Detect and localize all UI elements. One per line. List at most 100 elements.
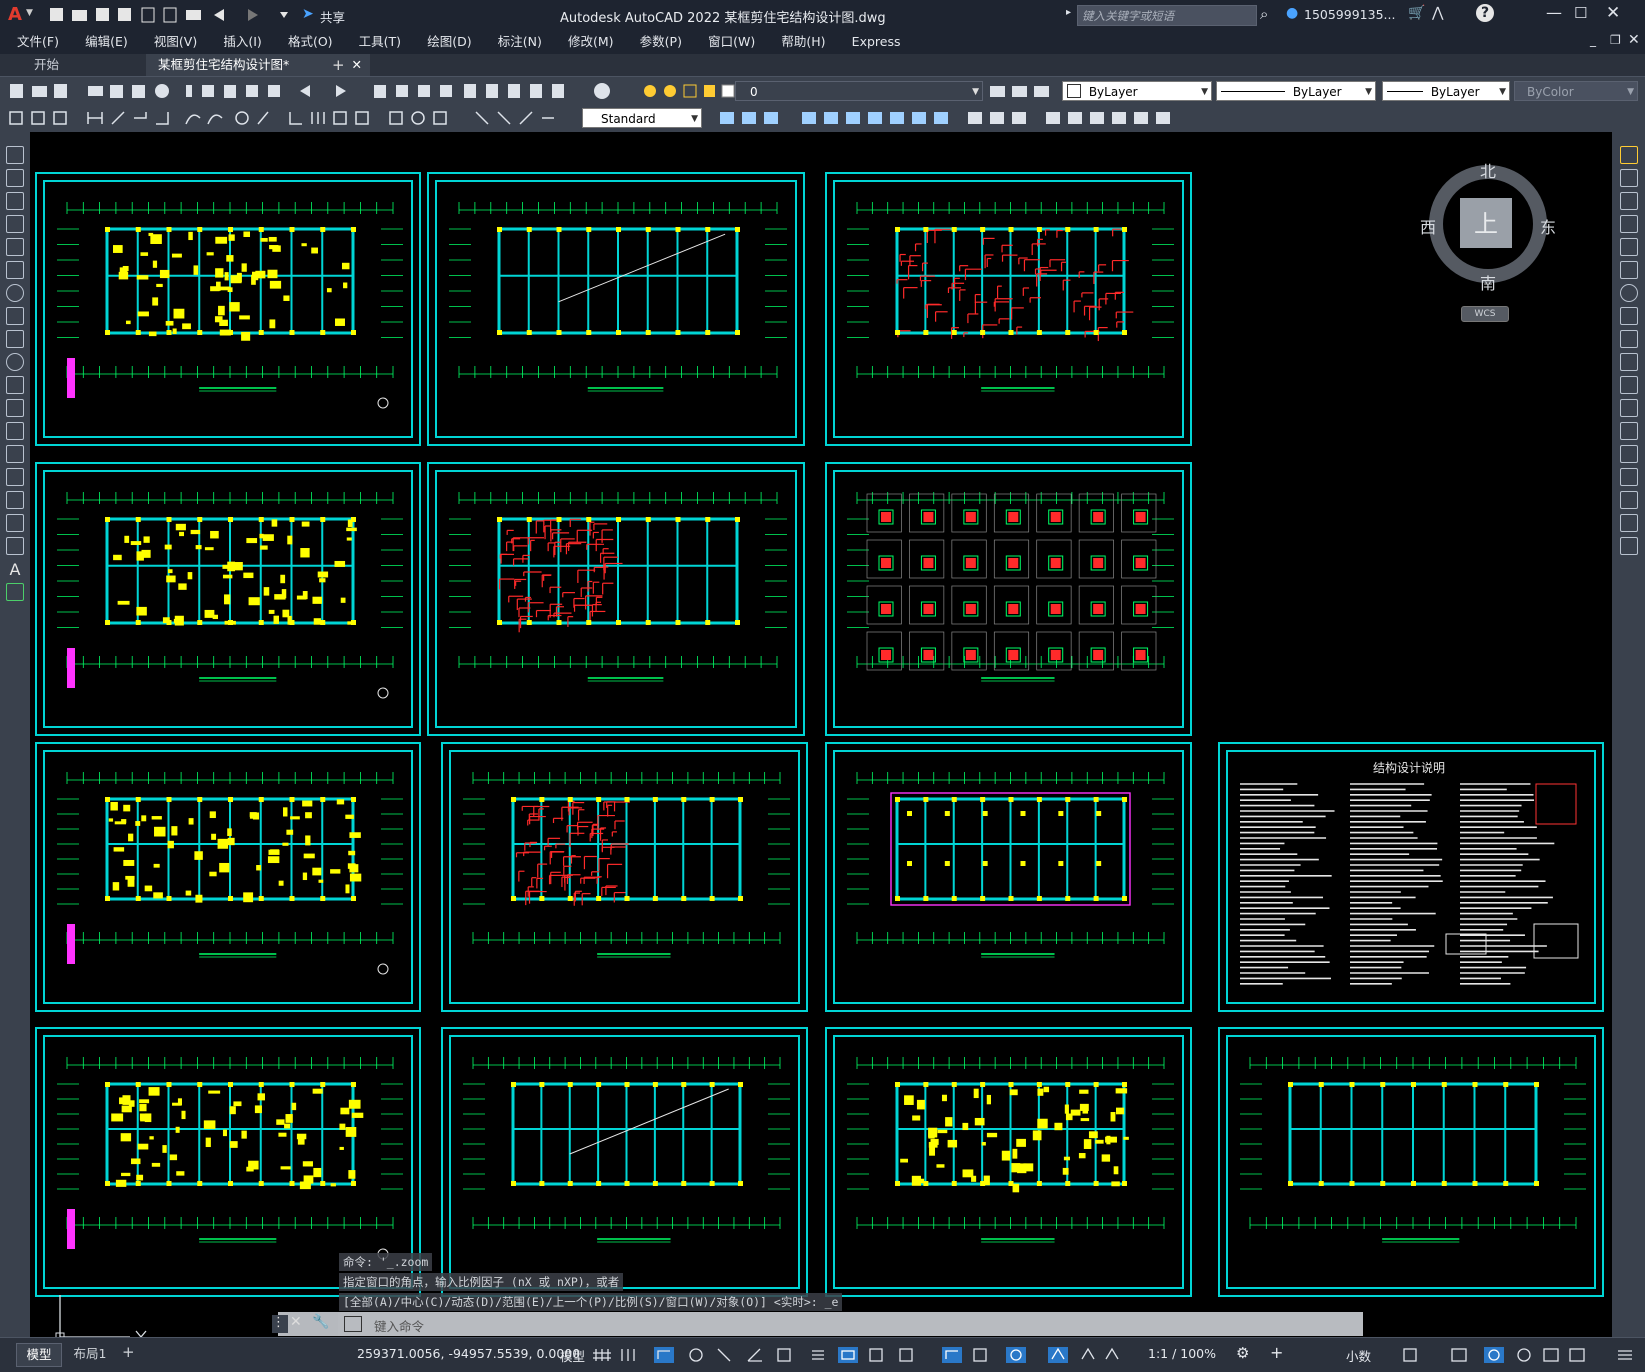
help-icon[interactable]: ? (1476, 4, 1494, 22)
menu-view[interactable]: 视图(V) (154, 30, 197, 54)
lineweight-combo[interactable]: ByLayer ▼ (1382, 81, 1510, 101)
menu-modify[interactable]: 修改(M) (568, 30, 614, 54)
plus-icon[interactable]: + (1270, 1343, 1283, 1362)
gear-icon[interactable]: ⚙ (1236, 1344, 1249, 1362)
make-block-icon[interactable] (6, 422, 24, 440)
dimension-toolbar-icons[interactable] (6, 108, 576, 128)
stretch-icon[interactable] (1619, 330, 1638, 348)
autodesk-a360-icon[interactable]: ⋀ (1432, 5, 1443, 21)
coordinates-readout[interactable]: 259371.0056, -94957.5539, 0.0000 (357, 1346, 580, 1361)
modify-toolbar-icons[interactable] (706, 108, 1216, 128)
offset-icon[interactable] (1619, 215, 1638, 233)
color-combo[interactable]: ByLayer ▼ (1062, 81, 1212, 101)
plotstyle-combo[interactable]: ByColor ▼ (1514, 81, 1638, 101)
menu-tools[interactable]: 工具(T) (359, 30, 401, 54)
command-line[interactable]: ⋮ ✕ 🔧 键入命令 (272, 1312, 1363, 1336)
new-layout-button[interactable]: + (122, 1343, 135, 1361)
viewcube-top-face[interactable]: 上 (1474, 204, 1498, 239)
viewcube-east[interactable]: 东 (1540, 214, 1556, 238)
viewcube-north[interactable]: 北 (1480, 158, 1496, 182)
menu-express[interactable]: Express (852, 30, 901, 54)
trim-icon[interactable] (1619, 353, 1638, 371)
menu-window[interactable]: 窗口(W) (708, 30, 755, 54)
region-icon[interactable] (6, 514, 24, 532)
erase-icon[interactable] (1619, 146, 1638, 164)
polyline-icon[interactable] (6, 192, 24, 210)
close-icon[interactable]: ✕ (290, 1314, 302, 1330)
multiline-text-icon[interactable]: A (0, 560, 30, 579)
search-input[interactable]: 键入关键字或短语 (1082, 8, 1174, 24)
quick-access-icons[interactable] (48, 5, 308, 25)
dimstyle-combo[interactable]: Standard ▼ (582, 108, 702, 128)
extend-icon[interactable] (1619, 376, 1638, 394)
doc-close-icon[interactable]: ✕ (1628, 32, 1640, 48)
arc-icon[interactable] (6, 261, 24, 279)
polygon-icon[interactable] (6, 215, 24, 233)
table-icon[interactable] (6, 537, 24, 555)
gradient-icon[interactable] (6, 491, 24, 509)
explode-icon[interactable] (1619, 537, 1638, 555)
minimize-icon[interactable]: — (1546, 3, 1562, 22)
doc-restore-icon[interactable]: ❐ (1610, 33, 1621, 47)
layer-tools-icons[interactable] (988, 81, 1058, 101)
close-icon[interactable]: ✕ (1606, 3, 1620, 23)
break-at-point-icon[interactable] (1619, 399, 1638, 417)
rotate-icon[interactable] (1619, 284, 1638, 302)
rectangle-icon[interactable] (6, 238, 24, 256)
doc-minimize-icon[interactable]: _ (1590, 33, 1596, 47)
chevron-down-icon[interactable]: ▼ (26, 8, 33, 18)
chevron-right-icon[interactable]: ▸ (1066, 7, 1071, 18)
user-name[interactable]: 1505999135... (1304, 7, 1395, 22)
layer-combo[interactable]: 0 ▼ (735, 81, 983, 101)
standard-toolbar-icons[interactable] (6, 81, 646, 101)
line-icon[interactable] (6, 146, 24, 164)
recent-commands-icon[interactable] (344, 1316, 362, 1332)
move-icon[interactable] (1619, 261, 1638, 279)
menu-format[interactable]: 格式(O) (288, 30, 333, 54)
tab-model[interactable]: 模型 (16, 1343, 62, 1367)
command-input[interactable]: 键入命令 (338, 1312, 1363, 1336)
command-grip-icon[interactable]: ⋮ (272, 1315, 288, 1333)
add-selected-icon[interactable] (6, 583, 24, 601)
menu-parametric[interactable]: 参数(P) (640, 30, 682, 54)
tab-start[interactable]: 开始 (22, 54, 72, 76)
hatch-icon[interactable] (6, 468, 24, 486)
share-button[interactable]: 共享 (320, 7, 345, 26)
autocad-logo-icon[interactable]: A (8, 4, 22, 25)
ellipse-arc-icon[interactable] (6, 376, 24, 394)
layer-state-icons[interactable] (640, 81, 750, 101)
model-space-toggle[interactable]: 模型 (560, 1346, 585, 1365)
spline-icon[interactable] (6, 330, 24, 348)
revision-cloud-icon[interactable] (6, 307, 24, 325)
menu-edit[interactable]: 编辑(E) (85, 30, 128, 54)
drafting-toggles[interactable] (592, 1345, 1172, 1365)
maximize-icon[interactable]: ☐ (1574, 4, 1587, 22)
new-tab-button[interactable]: + (320, 54, 357, 76)
break-icon[interactable] (1619, 422, 1638, 440)
menu-dimension[interactable]: 标注(N) (498, 30, 542, 54)
circle-icon[interactable] (6, 284, 24, 302)
menu-file[interactable]: 文件(F) (17, 30, 59, 54)
cart-icon[interactable]: 🛒 (1408, 5, 1425, 21)
customize-icon[interactable]: 🔧 (312, 1314, 329, 1330)
viewcube[interactable]: 北 南 东 西 上 WCS (1408, 152, 1568, 332)
status-right-icons[interactable] (1402, 1345, 1642, 1365)
viewcube-west[interactable]: 西 (1420, 214, 1436, 238)
linetype-combo[interactable]: ByLayer ▼ (1216, 81, 1376, 101)
search-icon[interactable]: ⌕ (1260, 5, 1268, 23)
annotation-scale[interactable]: 1:1 / 100% (1148, 1346, 1216, 1361)
construction-line-icon[interactable] (6, 169, 24, 187)
share-icon[interactable]: ➤ (302, 6, 314, 22)
join-icon[interactable] (1619, 445, 1638, 463)
array-icon[interactable] (1619, 238, 1638, 256)
user-icon[interactable]: ● (1286, 5, 1298, 21)
menu-insert[interactable]: 插入(I) (223, 30, 261, 54)
blend-curves-icon[interactable] (1619, 514, 1638, 532)
tab-layout1[interactable]: 布局1 (66, 1343, 114, 1365)
ellipse-icon[interactable] (6, 353, 24, 371)
mirror-icon[interactable] (1619, 192, 1638, 210)
scale-icon[interactable] (1619, 307, 1638, 325)
wcs-menu[interactable]: WCS (1461, 306, 1509, 322)
drawing-canvas[interactable]: 结构设计说明 北 南 东 西 上 WCS (30, 132, 1612, 1337)
fillet-icon[interactable] (1619, 491, 1638, 509)
